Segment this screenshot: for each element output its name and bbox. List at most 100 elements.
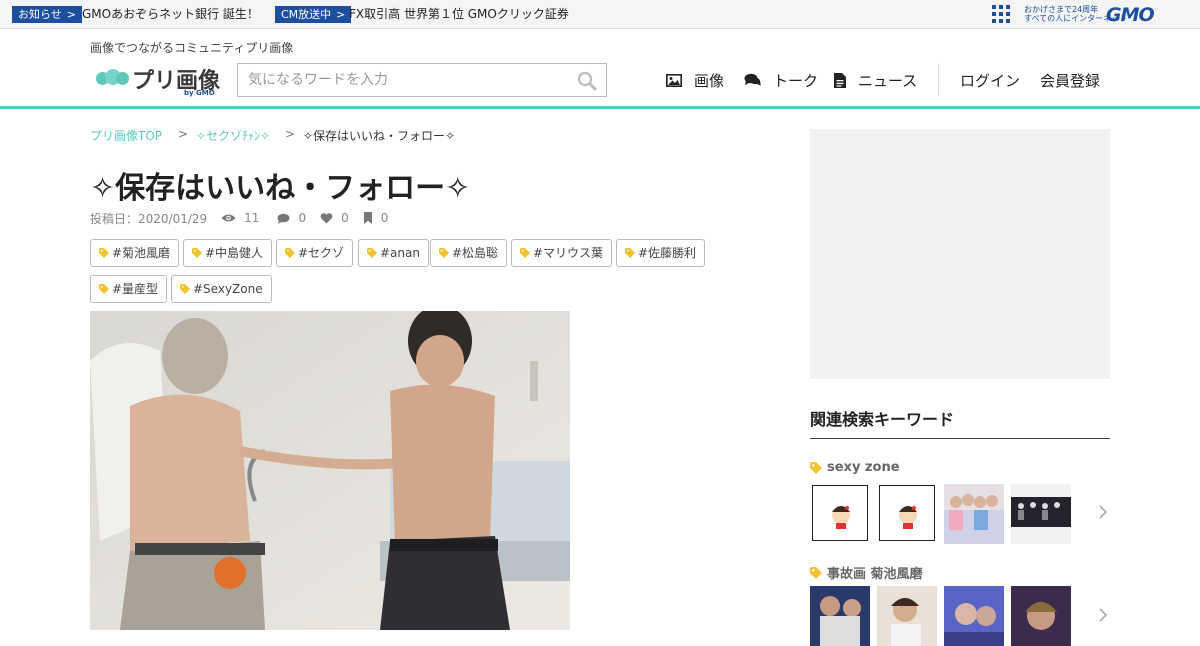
tag-icon <box>810 461 822 474</box>
gmo-top-bar: お知らせ > GMOあおぞらネット銀行 誕生！ CM放送中 > FX取引高 世界第１… <box>0 0 1200 29</box>
tag-label: #SexyZone <box>193 282 263 296</box>
view-count: 11 <box>221 211 259 225</box>
nav-divider <box>938 63 939 95</box>
tag-icon <box>99 248 109 258</box>
bookmark-icon <box>363 212 372 224</box>
tag-icon <box>192 248 202 258</box>
gmo-logo[interactable]: GMO <box>1106 4 1155 26</box>
site-logo[interactable]: プリ画像 by GMO <box>96 63 226 97</box>
nav-login[interactable]: ログイン <box>960 69 1020 91</box>
cm-badge[interactable]: CM放送中 > <box>275 6 352 23</box>
nav-news[interactable]: ニュース <box>834 69 917 91</box>
keyword-thumbnail[interactable] <box>1011 586 1071 646</box>
document-icon <box>834 72 846 88</box>
comment-count-value: 0 <box>298 211 307 225</box>
ad-placeholder <box>810 129 1110 379</box>
tag-item[interactable]: #SexyZone <box>171 275 272 303</box>
gmo-services-grid-icon[interactable] <box>992 5 1010 23</box>
tag-icon <box>99 284 109 294</box>
post-date: 投稿日：2020/01/29 <box>90 211 208 226</box>
post-photo-illustration <box>90 311 570 630</box>
notice-badge-label: お知らせ <box>18 8 62 21</box>
breadcrumb-current: ✧保存はいいね・フォロー✧ <box>303 129 456 143</box>
logo-by-gmo: by GMO <box>184 89 215 97</box>
tag-label: #量産型 <box>112 282 159 296</box>
tag-item[interactable]: #中島健人 <box>183 239 273 267</box>
notice-badge[interactable]: お知らせ > <box>12 6 82 23</box>
nav-talk[interactable]: トーク <box>744 69 818 91</box>
comments-icon <box>744 73 761 86</box>
stage-photo-thumbnail <box>810 586 870 646</box>
search-input[interactable] <box>238 64 568 96</box>
keyword-link-sexy-zone[interactable]: sexy zone <box>810 460 900 475</box>
tag-item[interactable]: #松島聡 <box>430 239 508 267</box>
group-photo-thumbnail <box>944 484 1004 544</box>
heading-underline <box>810 438 1110 439</box>
keyword-thumbnail[interactable] <box>879 485 935 541</box>
portrait-thumbnail <box>877 586 937 646</box>
logo-cloud-icon <box>96 69 130 87</box>
stage-photo-thumbnail <box>1011 484 1071 544</box>
tag-label: #セクゾ <box>298 246 345 260</box>
tag-label: #松島聡 <box>452 246 499 260</box>
keyword-label: 事故画 菊池風磨 <box>827 567 923 582</box>
save-count-value: 0 <box>380 211 389 225</box>
tag-icon <box>439 248 449 258</box>
breadcrumb-separator: > <box>285 127 296 141</box>
nav-news-label: ニュース <box>858 71 918 90</box>
tag-label: #anan <box>380 246 420 260</box>
like-count-value: 0 <box>341 211 349 225</box>
like-count[interactable]: 0 <box>320 211 349 225</box>
portrait-thumbnail <box>1011 586 1071 646</box>
search-box <box>237 63 607 97</box>
post-meta: 投稿日：2020/01/29 11 0 0 0 <box>90 210 388 226</box>
tag-item[interactable]: #佐藤勝利 <box>616 239 706 267</box>
keyword-thumbnail[interactable] <box>944 484 1004 544</box>
cm-link[interactable]: FX取引高 世界第１位 GMOクリック証券 <box>349 5 569 23</box>
page-title: ✧保存はいいね・フォロー✧ <box>90 171 471 206</box>
nav-images-label: 画像 <box>694 71 725 90</box>
eye-icon <box>221 214 236 222</box>
tag-icon <box>810 566 822 579</box>
tag-icon <box>520 248 530 258</box>
tag-item[interactable]: #量産型 <box>90 275 168 303</box>
tag-label: #菊池風磨 <box>112 246 171 260</box>
tag-item[interactable]: #anan <box>358 239 429 267</box>
image-icon <box>666 73 682 87</box>
tag-item[interactable]: #セクゾ <box>276 239 354 267</box>
stage-photo-thumbnail <box>944 586 1004 646</box>
keyword-thumbnail[interactable] <box>810 586 870 646</box>
tag-icon <box>285 248 295 258</box>
keyword-thumbnail[interactable] <box>944 586 1004 646</box>
chevron-right-icon[interactable] <box>1098 607 1108 623</box>
breadcrumb-separator: > <box>178 127 189 141</box>
cm-badge-label: CM放送中 <box>281 8 332 21</box>
chevron-right-icon[interactable] <box>1098 504 1108 520</box>
keyword-thumbnail[interactable] <box>877 586 937 646</box>
tag-icon <box>180 284 190 294</box>
breadcrumb-category[interactable]: ✧セクゾﾁｬﾝ✧ <box>196 127 270 144</box>
keyword-label: sexy zone <box>827 460 900 475</box>
tag-label: #佐藤勝利 <box>638 246 697 260</box>
nav-images[interactable]: 画像 <box>666 69 724 91</box>
tag-icon <box>367 248 377 258</box>
site-tagline: 画像でつながるコミュニティプリ画像 <box>90 41 294 55</box>
tag-item[interactable]: #マリウス葉 <box>511 239 613 267</box>
keyword-thumbnail[interactable] <box>1011 484 1071 544</box>
save-count[interactable]: 0 <box>363 211 389 225</box>
notice-link[interactable]: GMOあおぞらネット銀行 誕生！ <box>82 5 259 23</box>
breadcrumb-home[interactable]: プリ画像TOP <box>90 127 162 144</box>
keyword-thumbnail[interactable] <box>812 485 868 541</box>
post-image[interactable] <box>90 311 570 630</box>
tag-label: #マリウス葉 <box>533 246 604 260</box>
keyword-link-kikuchi-fuma[interactable]: 事故画 菊池風磨 <box>810 563 923 582</box>
character-thumbnail <box>899 506 917 529</box>
tag-item[interactable]: #菊池風磨 <box>90 239 180 267</box>
view-count-value: 11 <box>244 211 260 225</box>
site-header: 画像でつながるコミュニティプリ画像 プリ画像 by GMO 画像 トーク <box>0 29 1200 109</box>
tag-icon <box>625 248 635 258</box>
search-icon[interactable] <box>577 71 597 91</box>
nav-talk-label: トーク <box>773 71 819 90</box>
nav-register[interactable]: 会員登録 <box>1040 69 1100 91</box>
comment-icon <box>277 213 290 224</box>
